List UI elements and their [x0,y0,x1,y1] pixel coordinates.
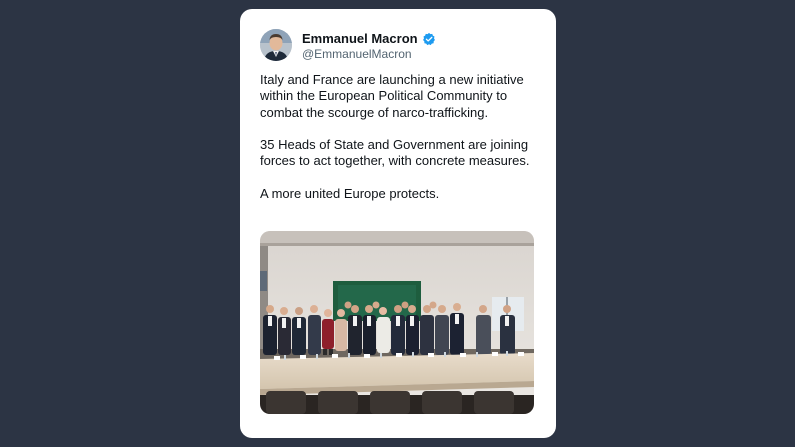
tweet-body: Italy and France are launching a new ini… [260,72,540,219]
author-avatar[interactable] [260,29,292,61]
tweet-paragraph: 35 Heads of State and Government are joi… [260,137,530,169]
tweet-photo[interactable] [260,231,534,414]
tweet-paragraph: Italy and France are launching a new ini… [260,72,524,120]
author-name[interactable]: Emmanuel Macron [302,31,418,47]
verified-badge-icon [422,32,436,46]
tweet-card[interactable]: Emmanuel Macron @EmmanuelMacron Italy an… [240,9,556,438]
author-handle[interactable]: @EmmanuelMacron [302,47,412,62]
tweet-paragraph: A more united Europe protects. [260,186,440,202]
